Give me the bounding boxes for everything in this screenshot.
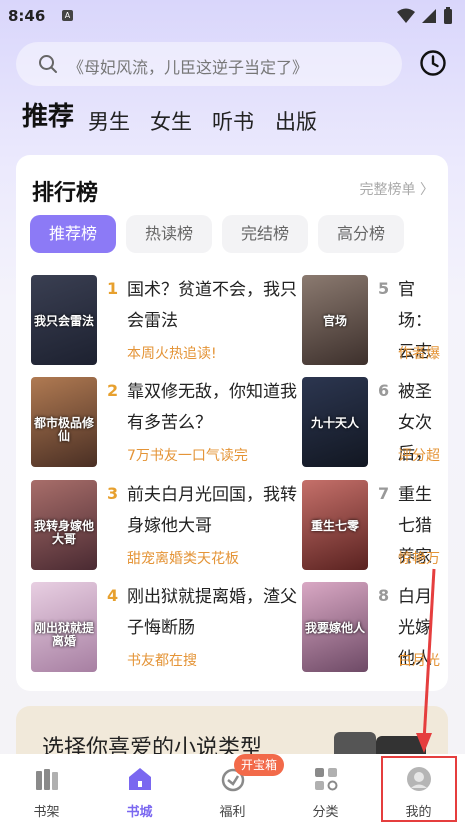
clock-icon[interactable] xyxy=(419,49,447,77)
book-rank: 4 xyxy=(107,586,119,605)
nav-label: 书架 xyxy=(33,805,60,820)
book-item[interactable]: 刚出狱就提离婚 4 刚出狱就提离婚，渣父子悔断肠 书友都在搜 xyxy=(31,582,301,674)
book-cover: 我只会雷法 xyxy=(31,275,97,365)
status-icons xyxy=(397,7,453,25)
book-tag: 7万书友一口气读完 xyxy=(127,448,248,464)
battery-icon xyxy=(444,7,452,24)
book-title: 前夫白月光回国，我转身嫁他大哥 xyxy=(127,485,297,536)
annotation-arrow xyxy=(416,568,436,753)
book-item[interactable]: 九十天人 6 被圣女次后， 评分超 xyxy=(302,377,448,469)
book-title: 刚出狱就提离婚，渣父子悔断肠 xyxy=(127,587,297,638)
book-item[interactable]: 我只会雷法 1 国术？贫道不会，我只会雷法 本周火热追读! xyxy=(31,275,301,367)
book-title: 靠双修无敌，你知道我有多苦么？ xyxy=(127,382,297,433)
book-tag: 评分超 xyxy=(398,448,440,464)
search-input[interactable]: 《母妃风流，儿臣这逆子当定了》 xyxy=(68,54,308,78)
bookstore-icon xyxy=(129,768,151,790)
treasure-box-badge[interactable]: 开宝箱 xyxy=(234,754,285,776)
book-item[interactable]: 都市极品修仙 2 靠双修无敌，你知道我有多苦么？ 7万书友一口气读完 xyxy=(31,377,301,469)
book-cover: 我转身嫁他大哥 xyxy=(31,480,97,570)
book-tag: 作者爆 xyxy=(398,346,440,362)
nav-bookstore[interactable]: 书城 xyxy=(93,754,186,826)
book-rank: 3 xyxy=(107,484,119,503)
book-rank: 6 xyxy=(378,381,390,400)
nav-category[interactable]: 分类 xyxy=(279,754,372,826)
tab-publish[interactable]: 出版 xyxy=(275,106,317,136)
status-time: 8:46 xyxy=(8,7,46,25)
book-item[interactable]: 官场 5 官场：云志 作者爆 xyxy=(302,275,448,367)
tab-male[interactable]: 男生 xyxy=(88,106,130,136)
search-icon xyxy=(39,55,57,73)
nav-label: 福利 xyxy=(219,805,246,820)
tab-audiobook[interactable]: 听书 xyxy=(212,106,254,136)
book-cover: 官场 xyxy=(302,275,368,365)
annotation-highlight xyxy=(381,756,457,822)
bookshelf-icon xyxy=(36,769,58,790)
book-rank: 8 xyxy=(378,586,390,605)
book-rank: 1 xyxy=(107,279,119,298)
signal-icon xyxy=(422,9,436,23)
full-ranking-link[interactable]: 完整榜单 〉 xyxy=(360,179,434,199)
book-cover: 刚出狱就提离婚 xyxy=(31,582,97,672)
book-cover: 都市极品修仙 xyxy=(31,377,97,467)
nav-label: 书城 xyxy=(126,805,153,820)
tab-score-rank[interactable]: 高分榜 xyxy=(318,215,404,253)
nav-bookshelf[interactable]: 书架 xyxy=(0,754,93,826)
book-tag: 书友都在搜 xyxy=(127,653,197,669)
book-title: 国术？贫道不会，我只会雷法 xyxy=(127,280,297,331)
category-icon xyxy=(315,768,338,791)
tab-recommend[interactable]: 推荐 xyxy=(22,96,74,133)
book-rank: 5 xyxy=(378,279,390,298)
book-tag: 甜宠离婚类天花板 xyxy=(127,551,239,567)
ranking-card: 排行榜 完整榜单 〉 推荐榜 热读榜 完结榜 高分榜 我只会雷法 1 国术？贫道… xyxy=(16,155,448,691)
book-cover: 重生七零 xyxy=(302,480,368,570)
status-bar: 8:46 A xyxy=(0,0,465,34)
search-bar[interactable]: 《母妃风流，儿臣这逆子当定了》 xyxy=(16,42,402,86)
book-item[interactable]: 重生七零 7 重生七猎养家 惊艳万 xyxy=(302,480,448,572)
tab-recommend-rank[interactable]: 推荐榜 xyxy=(30,215,116,253)
tab-finished-rank[interactable]: 完结榜 xyxy=(222,215,308,253)
nav-label: 分类 xyxy=(312,805,339,820)
book-rank: 2 xyxy=(107,381,119,400)
book-rank: 7 xyxy=(378,484,390,503)
tab-female[interactable]: 女生 xyxy=(150,106,192,136)
tab-hot-rank[interactable]: 热读榜 xyxy=(126,215,212,253)
book-tag: 本周火热追读! xyxy=(127,346,217,362)
notification-icon: A xyxy=(62,10,73,21)
book-cover: 我要嫁他人 xyxy=(302,582,368,672)
book-item[interactable]: 我转身嫁他大哥 3 前夫白月光回国，我转身嫁他大哥 甜宠离婚类天花板 xyxy=(31,480,301,572)
wifi-icon xyxy=(397,8,415,23)
book-cover: 九十天人 xyxy=(302,377,368,467)
ranking-title: 排行榜 xyxy=(32,181,99,206)
